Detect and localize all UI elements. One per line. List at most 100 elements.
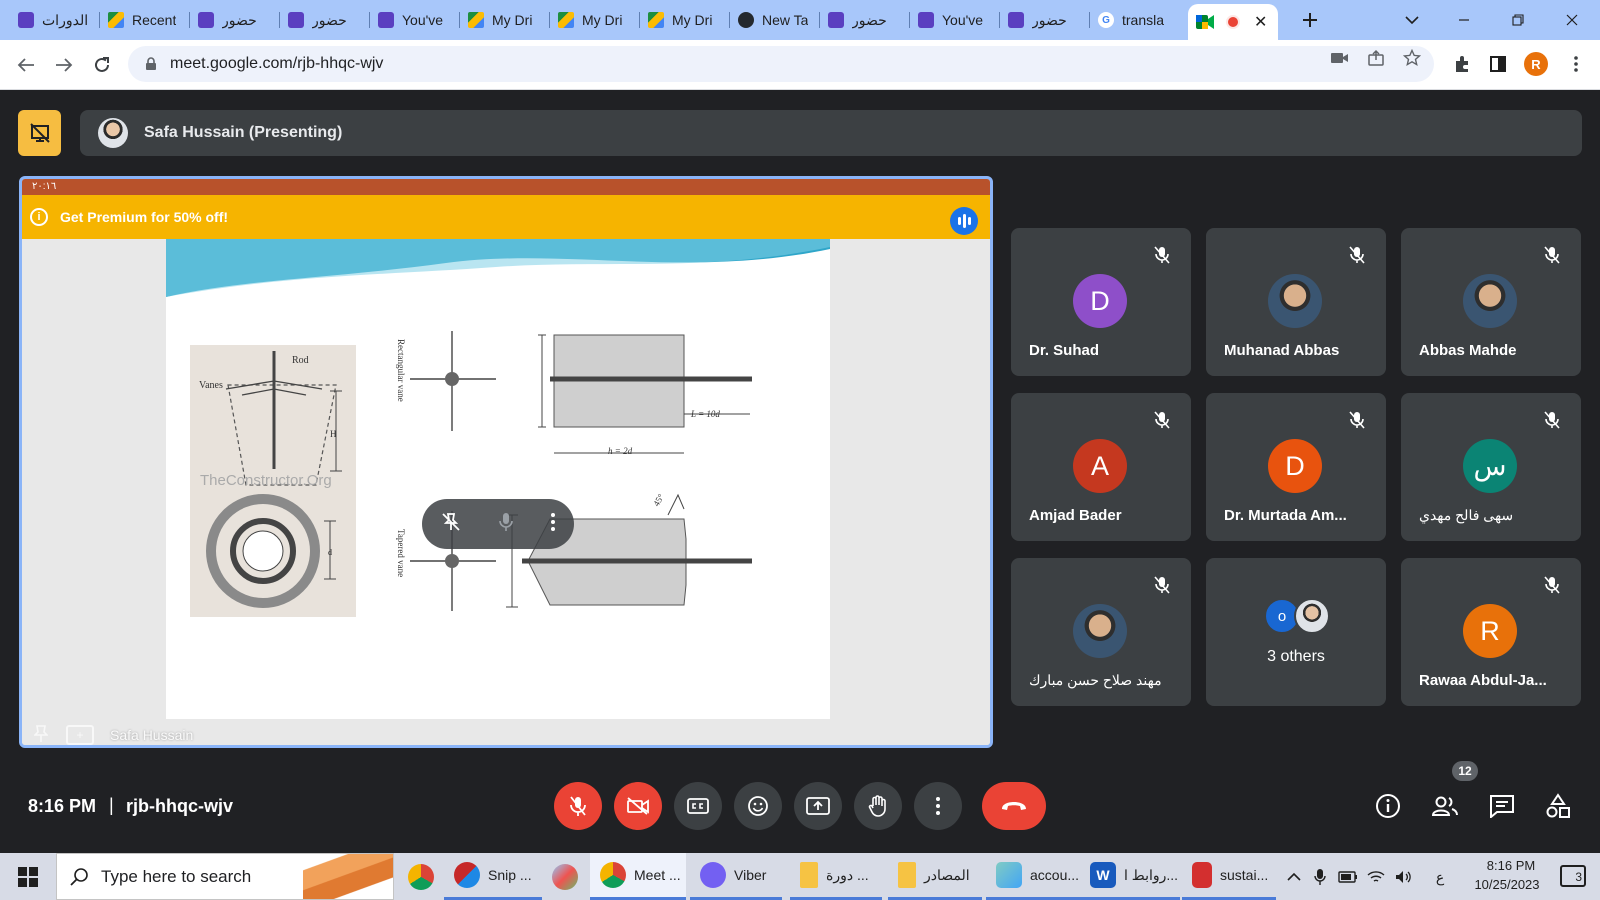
taskbar-item-viber[interactable]: Viber bbox=[690, 853, 782, 900]
participant-tile[interactable]: Muhanad Abbas bbox=[1206, 228, 1386, 376]
profile-avatar[interactable]: R bbox=[1524, 52, 1548, 76]
toggle-microphone-button[interactable] bbox=[554, 782, 602, 830]
leave-call-button[interactable] bbox=[982, 782, 1046, 830]
participant-tile[interactable]: س سهى فالح مهدي bbox=[1401, 393, 1581, 541]
participant-tile[interactable]: R Rawaa Abdul-Ja... bbox=[1401, 558, 1581, 706]
microphone-icon[interactable] bbox=[1310, 867, 1330, 887]
browser-tab[interactable]: My Dri bbox=[640, 6, 730, 34]
taskbar-item-chrome[interactable] bbox=[398, 853, 444, 900]
raise-hand-button[interactable] bbox=[854, 782, 902, 830]
battery-icon[interactable] bbox=[1338, 867, 1358, 887]
tab-search-button[interactable] bbox=[1398, 6, 1426, 34]
taskbar-item-snip[interactable]: Snip ... bbox=[444, 853, 542, 900]
frame-icon[interactable]: + bbox=[66, 725, 94, 745]
pin-off-icon[interactable] bbox=[441, 512, 461, 537]
address-bar[interactable]: meet.google.com/rjb-hhqc-wjv bbox=[128, 46, 1434, 82]
back-button[interactable] bbox=[12, 51, 40, 79]
bookmark-star-icon[interactable] bbox=[1402, 48, 1422, 68]
form-icon bbox=[828, 12, 844, 28]
stop-presenting-button[interactable] bbox=[18, 110, 61, 156]
browser-tab[interactable]: My Dri bbox=[460, 6, 550, 34]
call-end-icon bbox=[1002, 802, 1026, 810]
taskbar-item-folder[interactable]: دورة ... bbox=[790, 853, 882, 900]
present-now-button[interactable] bbox=[794, 782, 842, 830]
wifi-icon[interactable] bbox=[1366, 867, 1386, 887]
browser-tab[interactable]: حضور bbox=[280, 6, 370, 34]
restore-button[interactable] bbox=[1504, 6, 1532, 34]
more-menu-icon[interactable] bbox=[1566, 54, 1586, 74]
reactions-button[interactable] bbox=[734, 782, 782, 830]
participant-tile[interactable]: D Dr. Murtada Am... bbox=[1206, 393, 1386, 541]
taskbar-time[interactable]: 8:16 PM bbox=[1474, 858, 1548, 873]
show-hidden-icons-icon[interactable] bbox=[1284, 867, 1304, 887]
taskbar-search-box[interactable]: Type here to search bbox=[56, 853, 394, 900]
mic-off-icon bbox=[1541, 244, 1563, 266]
meet-icon bbox=[1196, 15, 1214, 29]
browser-tab[interactable]: My Dri bbox=[550, 6, 640, 34]
word-icon: W bbox=[1090, 862, 1116, 888]
meeting-details-button[interactable] bbox=[1368, 786, 1408, 826]
taskbar-item-meet[interactable]: Meet ... bbox=[590, 853, 686, 900]
reload-button[interactable] bbox=[88, 51, 116, 79]
browser-tab[interactable]: Recent bbox=[100, 6, 190, 34]
browser-tab[interactable]: You've bbox=[370, 6, 460, 34]
shared-screen[interactable]: ٢٠:١٦ i Get Premium for 50% off! Rod Van… bbox=[19, 176, 993, 748]
taskbar-item-paint[interactable] bbox=[542, 853, 590, 900]
start-button[interactable] bbox=[0, 853, 56, 900]
snip-icon bbox=[454, 862, 480, 888]
more-options-button[interactable] bbox=[914, 782, 962, 830]
url-text[interactable]: meet.google.com/rjb-hhqc-wjv bbox=[170, 55, 383, 73]
pin-icon[interactable] bbox=[33, 725, 54, 745]
camera-in-use-icon[interactable] bbox=[1330, 48, 1350, 68]
fig-label-d: d bbox=[328, 548, 332, 557]
toggle-camera-button[interactable] bbox=[614, 782, 662, 830]
browser-tab[interactable]: You've bbox=[910, 6, 1000, 34]
taskbar-date[interactable]: 10/25/2023 bbox=[1466, 877, 1548, 892]
microphone-icon[interactable] bbox=[498, 512, 514, 537]
form-icon bbox=[198, 12, 214, 28]
new-tab-button[interactable] bbox=[1296, 6, 1324, 34]
taskbar-item-word[interactable]: W روابط ا... bbox=[1080, 853, 1180, 900]
avatar bbox=[98, 118, 128, 148]
google-icon: G bbox=[1098, 12, 1114, 28]
search-highlight-art bbox=[303, 854, 393, 899]
browser-tab[interactable]: حضور bbox=[190, 6, 280, 34]
more-options-icon[interactable] bbox=[551, 512, 556, 536]
people-button[interactable] bbox=[1425, 786, 1465, 826]
people-count-badge: 12 bbox=[1452, 761, 1478, 781]
taskbar-item-app[interactable]: accou... bbox=[986, 853, 1080, 900]
chat-button[interactable] bbox=[1482, 786, 1522, 826]
browser-tab[interactable]: حضور bbox=[820, 6, 910, 34]
viber-icon bbox=[700, 862, 726, 888]
browser-tab[interactable]: حضور bbox=[1000, 6, 1090, 34]
volume-icon[interactable] bbox=[1394, 867, 1414, 887]
avatar: D bbox=[1073, 274, 1127, 328]
close-tab-icon[interactable]: ✕ bbox=[1254, 12, 1267, 32]
browser-tab[interactable]: Gtransla bbox=[1090, 6, 1180, 34]
browser-tab[interactable]: New Ta bbox=[730, 6, 820, 34]
form-icon bbox=[18, 12, 34, 28]
participant-tile[interactable]: D Dr. Suhad bbox=[1011, 228, 1191, 376]
taskbar-item-folder[interactable]: المصادر bbox=[888, 853, 982, 900]
side-panel-icon[interactable] bbox=[1488, 54, 1508, 74]
windows-logo-icon bbox=[18, 866, 38, 887]
notification-center-button[interactable]: 3 bbox=[1560, 865, 1586, 887]
input-language-indicator[interactable]: ع bbox=[1430, 867, 1450, 887]
mic-off-icon bbox=[1151, 574, 1173, 596]
participant-tile[interactable]: A Amjad Bader bbox=[1011, 393, 1191, 541]
taskbar-item-pdf[interactable]: sustai... bbox=[1182, 853, 1276, 900]
participant-tile[interactable]: مهند صلاح حسن مبارك bbox=[1011, 558, 1191, 706]
captions-button[interactable] bbox=[674, 782, 722, 830]
browser-tab[interactable]: الدورات bbox=[10, 6, 100, 34]
participant-tile[interactable]: Abbas Mahde bbox=[1401, 228, 1581, 376]
forward-button[interactable] bbox=[50, 51, 78, 79]
arrow-left-icon bbox=[17, 58, 34, 72]
participant-name: Amjad Bader bbox=[1029, 507, 1122, 524]
share-icon[interactable] bbox=[1366, 48, 1386, 68]
others-tile[interactable]: o 3 others bbox=[1206, 558, 1386, 706]
extensions-icon[interactable] bbox=[1452, 54, 1472, 74]
close-window-button[interactable] bbox=[1558, 6, 1586, 34]
activities-button[interactable] bbox=[1538, 786, 1578, 826]
minimize-button[interactable] bbox=[1450, 6, 1478, 34]
browser-tab-active[interactable]: ✕ bbox=[1188, 4, 1278, 40]
